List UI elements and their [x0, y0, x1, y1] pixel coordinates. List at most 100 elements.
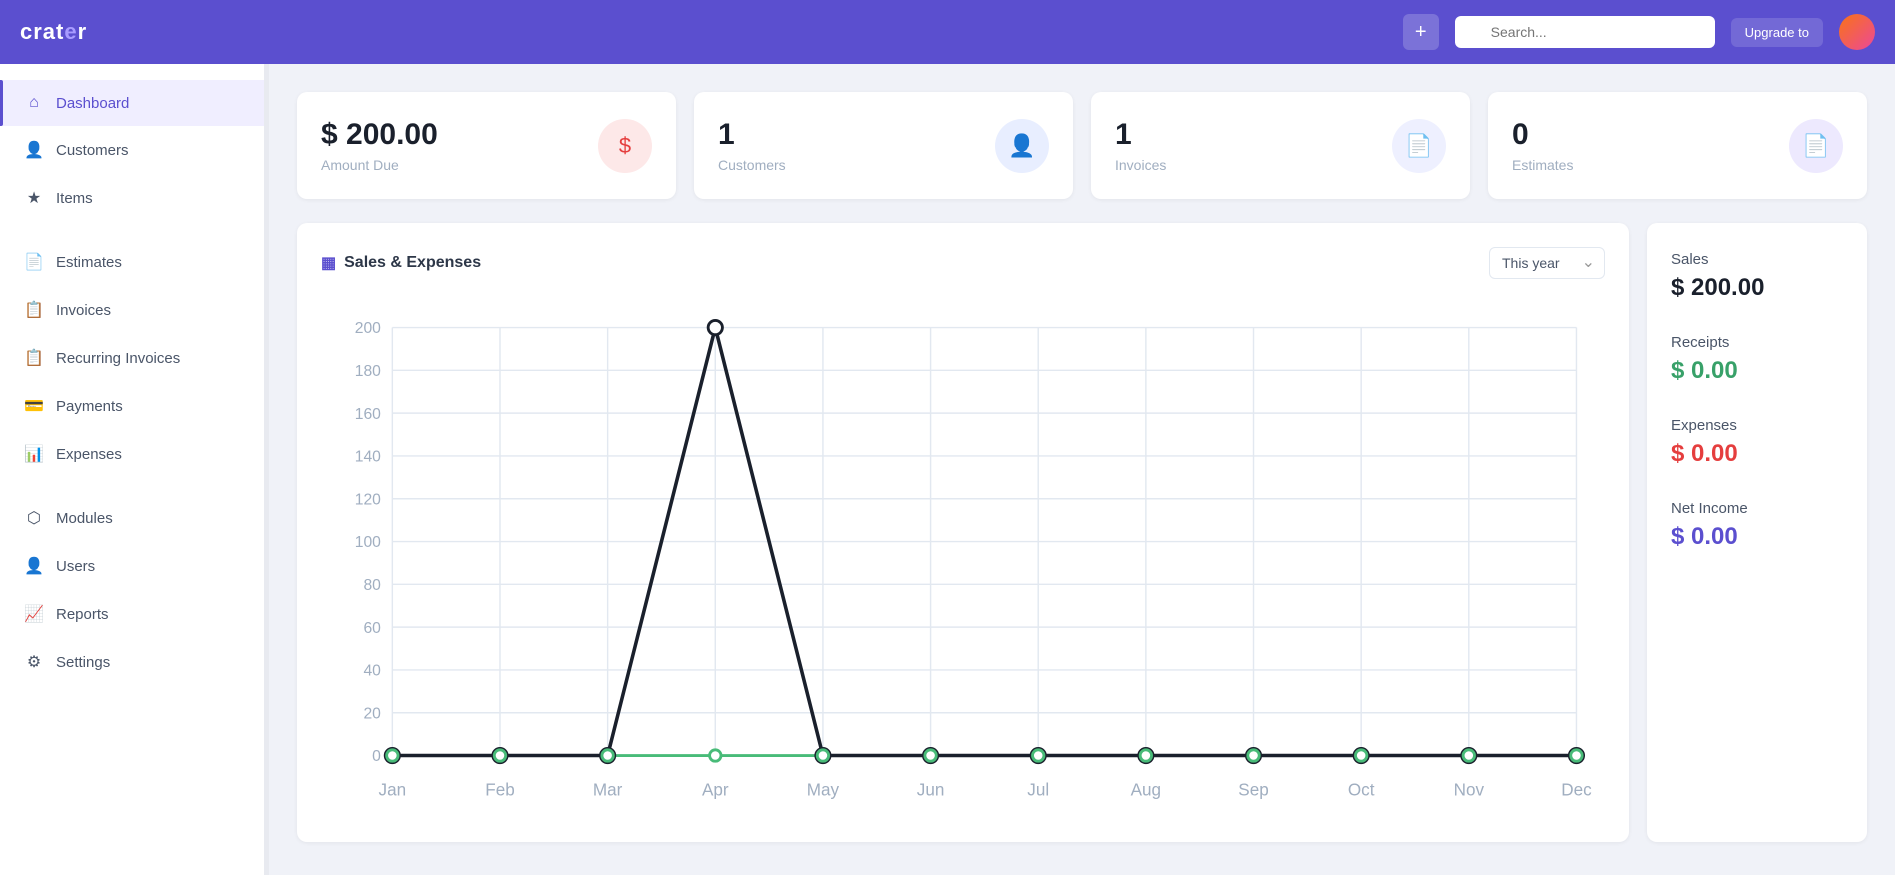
svg-text:Jun: Jun — [917, 780, 945, 799]
app-body: ⌂ Dashboard 👤 Customers ★ Items 📄 Estima… — [0, 64, 1895, 875]
svg-text:120: 120 — [355, 491, 381, 508]
period-select-wrap: This yearThis monthLast year — [1489, 247, 1605, 279]
sidebar-item-label: Items — [56, 190, 93, 207]
stat-card-0: $ 200.00 Amount Due $ — [297, 92, 676, 199]
items-icon: ★ — [24, 188, 44, 208]
svg-text:60: 60 — [363, 620, 381, 637]
modules-icon: ⬡ — [24, 508, 44, 528]
svg-text:Apr: Apr — [702, 780, 729, 799]
sales-value: $ 200.00 — [1671, 274, 1843, 302]
stat-label-1: Customers — [718, 157, 786, 173]
stat-card-2: 1 Invoices 📄 — [1091, 92, 1470, 199]
reports-icon: 📈 — [24, 604, 44, 624]
stat-value-2: 1 — [1115, 118, 1166, 151]
svg-text:80: 80 — [363, 577, 381, 594]
svg-text:0: 0 — [372, 748, 381, 765]
chart-svg: 200180160140120100806040200JanFebMarAprM… — [321, 299, 1605, 813]
chart-title: ▦ Sales & Expenses — [321, 253, 481, 273]
svg-text:Jan: Jan — [379, 780, 407, 799]
sidebar-item-items[interactable]: ★ Items — [0, 174, 264, 222]
expenses-label: Expenses — [1671, 417, 1843, 434]
svg-text:Oct: Oct — [1348, 780, 1375, 799]
stat-card-left-0: $ 200.00 Amount Due — [321, 118, 438, 173]
net-income-value: $ 0.00 — [1671, 523, 1843, 551]
svg-text:160: 160 — [355, 406, 381, 423]
sidebar-item-dashboard[interactable]: ⌂ Dashboard — [0, 80, 264, 126]
expenses-icon: 📊 — [24, 444, 44, 464]
add-button[interactable]: + — [1403, 14, 1439, 50]
sidebar: ⌂ Dashboard 👤 Customers ★ Items 📄 Estima… — [0, 64, 265, 875]
stat-value-3: 0 — [1512, 118, 1573, 151]
stat-label-2: Invoices — [1115, 157, 1166, 173]
sidebar-item-label: Reports — [56, 606, 109, 623]
sidebar-item-settings[interactable]: ⚙ Settings — [0, 638, 264, 686]
chart-header: ▦ Sales & Expenses This yearThis monthLa… — [321, 247, 1605, 279]
sidebar-item-label: Expenses — [56, 446, 122, 463]
payments-icon: 💳 — [24, 396, 44, 416]
sidebar-item-label: Invoices — [56, 302, 111, 319]
svg-text:180: 180 — [355, 363, 381, 380]
svg-text:Feb: Feb — [485, 780, 514, 799]
search-wrap: 🔍 — [1455, 16, 1715, 48]
receipts-label: Receipts — [1671, 334, 1843, 351]
sidebar-item-label: Modules — [56, 510, 113, 527]
sidebar-item-label: Estimates — [56, 254, 122, 271]
svg-text:140: 140 — [355, 449, 381, 466]
sales-label: Sales — [1671, 251, 1843, 268]
stat-value-0: $ 200.00 — [321, 118, 438, 151]
stat-label-3: Estimates — [1512, 157, 1573, 173]
sidebar-item-label: Settings — [56, 654, 110, 671]
sidebar-item-recurring-invoices[interactable]: 📋 Recurring Invoices — [0, 334, 264, 382]
stat-card-1: 1 Customers 👤 — [694, 92, 1073, 199]
summary-expenses: Expenses $ 0.00 — [1671, 417, 1843, 468]
stat-icon-2: 📄 — [1392, 119, 1446, 173]
stat-card-left-2: 1 Invoices — [1115, 118, 1166, 173]
stat-cards: $ 200.00 Amount Due $ 1 Customers 👤 1 In… — [297, 92, 1867, 199]
net-income-label: Net Income — [1671, 500, 1843, 517]
chart-svg-wrap: 200180160140120100806040200JanFebMarAprM… — [321, 299, 1605, 818]
stat-card-left-1: 1 Customers — [718, 118, 786, 173]
stat-icon-1: 👤 — [995, 119, 1049, 173]
invoices-icon: 📋 — [24, 300, 44, 320]
stat-icon-3: 📄 — [1789, 119, 1843, 173]
svg-text:Aug: Aug — [1131, 780, 1161, 799]
stat-icon-0: $ — [598, 119, 652, 173]
app-header: crater + 🔍 Upgrade to — [0, 0, 1895, 64]
sidebar-item-label: Payments — [56, 398, 123, 415]
sidebar-item-estimates[interactable]: 📄 Estimates — [0, 238, 264, 286]
svg-text:Dec: Dec — [1561, 780, 1592, 799]
sidebar-item-invoices[interactable]: 📋 Invoices — [0, 286, 264, 334]
chart-section: ▦ Sales & Expenses This yearThis monthLa… — [297, 223, 1867, 842]
svg-text:Mar: Mar — [593, 780, 623, 799]
sidebar-item-modules[interactable]: ⬡ Modules — [0, 494, 264, 542]
sidebar-item-users[interactable]: 👤 Users — [0, 542, 264, 590]
summary-sales: Sales $ 200.00 — [1671, 251, 1843, 302]
period-select[interactable]: This yearThis monthLast year — [1489, 247, 1605, 279]
chart-icon: ▦ — [321, 253, 336, 273]
stat-label-0: Amount Due — [321, 157, 438, 173]
sidebar-item-expenses[interactable]: 📊 Expenses — [0, 430, 264, 478]
customers-icon: 👤 — [24, 140, 44, 160]
dashboard-icon: ⌂ — [24, 94, 44, 112]
svg-text:20: 20 — [363, 705, 381, 722]
svg-text:200: 200 — [355, 320, 381, 337]
svg-text:Jul: Jul — [1027, 780, 1049, 799]
user-avatar-button[interactable] — [1839, 14, 1875, 50]
svg-text:Nov: Nov — [1454, 780, 1485, 799]
estimates-icon: 📄 — [24, 252, 44, 272]
sidebar-item-payments[interactable]: 💳 Payments — [0, 382, 264, 430]
chart-title-text: Sales & Expenses — [344, 254, 481, 272]
app-logo: crater — [20, 19, 87, 45]
chart-card: ▦ Sales & Expenses This yearThis monthLa… — [297, 223, 1629, 842]
search-input[interactable] — [1455, 16, 1715, 48]
stat-card-left-3: 0 Estimates — [1512, 118, 1573, 173]
svg-text:100: 100 — [355, 534, 381, 551]
upgrade-button[interactable]: Upgrade to — [1731, 18, 1823, 47]
svg-text:May: May — [807, 780, 840, 799]
sidebar-item-customers[interactable]: 👤 Customers — [0, 126, 264, 174]
sidebar-item-label: Users — [56, 558, 95, 575]
users-icon: 👤 — [24, 556, 44, 576]
sidebar-item-label: Customers — [56, 142, 129, 159]
receipts-value: $ 0.00 — [1671, 357, 1843, 385]
sidebar-item-reports[interactable]: 📈 Reports — [0, 590, 264, 638]
